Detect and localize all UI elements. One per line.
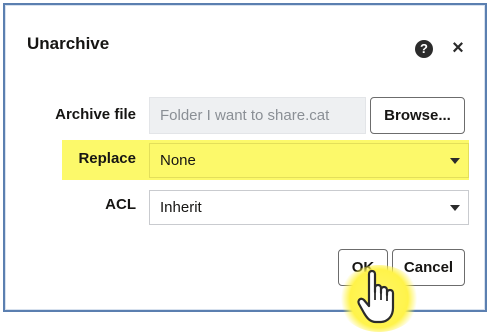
archive-file-label: Archive file: [55, 106, 136, 123]
close-icon[interactable]: ×: [448, 36, 468, 60]
acl-select[interactable]: Inherit: [149, 190, 469, 225]
chevron-down-icon: [450, 205, 460, 211]
help-icon[interactable]: ?: [415, 40, 433, 58]
hand-pointer-icon: [357, 269, 395, 324]
dialog-title: Unarchive: [27, 34, 110, 53]
replace-label: Replace: [78, 150, 136, 167]
acl-label: ACL: [105, 196, 136, 213]
acl-selected-value: Inherit: [160, 199, 202, 216]
archive-file-field[interactable]: Folder I want to share.cat: [149, 97, 366, 134]
replace-selected-value: None: [160, 152, 196, 169]
chevron-down-icon: [450, 158, 460, 164]
replace-select[interactable]: None: [149, 143, 469, 178]
browse-button[interactable]: Browse...: [370, 97, 465, 134]
